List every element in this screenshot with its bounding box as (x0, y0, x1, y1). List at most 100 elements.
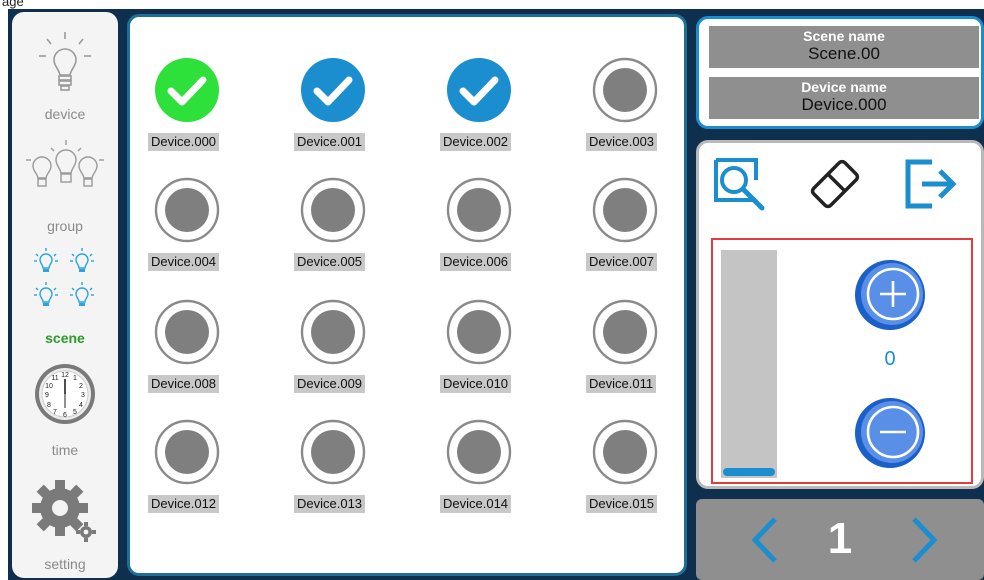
checkmark-icon (155, 58, 219, 122)
sidebar: device group scene 12 3 6 9 1 2 4 5 7 8 … (12, 12, 118, 578)
device-name-box: Device name Device.000 (709, 77, 979, 119)
device-tile[interactable]: Device.008 (148, 299, 228, 393)
pager: 1 (696, 499, 984, 580)
device-label: Device.000 (148, 133, 220, 151)
sidebar-item-label: scene (45, 330, 85, 346)
level-value: 0 (884, 348, 896, 370)
device-tile[interactable]: Device.013 (294, 419, 374, 513)
window-title-fragment: age (0, 0, 62, 9)
names-panel: Scene name Scene.00 Device name Device.0… (696, 16, 984, 129)
device-tile[interactable]: Device.010 (440, 299, 520, 393)
gear-icon (32, 480, 96, 542)
radio-unselected-icon (300, 177, 366, 243)
search-icon[interactable] (712, 156, 768, 212)
radio-unselected-icon (592, 419, 658, 485)
exit-icon[interactable] (902, 156, 958, 212)
svg-text:1: 1 (73, 375, 77, 382)
device-tile[interactable]: Device.000 (148, 57, 228, 151)
device-tile[interactable]: Device.012 (148, 419, 228, 513)
level-slider[interactable] (721, 250, 777, 478)
device-tile[interactable]: Device.004 (148, 177, 228, 271)
radio-unselected-icon (592, 57, 658, 123)
checkmark-icon (301, 58, 365, 122)
chevron-right-icon[interactable] (900, 513, 948, 567)
device-tile[interactable]: Device.005 (294, 177, 374, 271)
svg-text:5: 5 (73, 409, 77, 416)
svg-text:6: 6 (63, 412, 67, 419)
radio-unselected-icon (592, 299, 658, 365)
device-label: Device.005 (294, 253, 366, 271)
device-tile[interactable]: Device.003 (586, 57, 666, 151)
sidebar-item-setting[interactable]: setting (12, 470, 118, 574)
sidebar-item-label: time (51, 442, 79, 458)
device-label: Device.006 (440, 253, 512, 271)
device-label: Device.003 (586, 133, 658, 151)
device-label: Device.015 (586, 495, 658, 513)
radio-unselected-icon (154, 419, 220, 485)
level-marker[interactable] (723, 468, 775, 476)
device-label: Device.014 (440, 495, 512, 513)
device-label: Device.009 (294, 375, 366, 393)
device-tile[interactable]: Device.006 (440, 177, 520, 271)
eraser-icon[interactable] (807, 156, 863, 212)
device-label: Device.011 (586, 375, 657, 393)
bulb-icon (39, 32, 91, 91)
device-tile[interactable]: Device.014 (440, 419, 520, 513)
level-adjust-box: 0 (711, 238, 973, 484)
sidebar-item-label: setting (44, 556, 86, 572)
svg-text:3: 3 (81, 392, 85, 399)
device-name-title: Device name (801, 79, 887, 95)
svg-text:9: 9 (45, 392, 49, 399)
device-label: Device.008 (148, 375, 220, 393)
svg-text:8: 8 (47, 402, 51, 409)
device-name-value: Device.000 (801, 95, 887, 114)
radio-unselected-icon (446, 299, 512, 365)
device-tile[interactable]: Device.015 (586, 419, 666, 513)
radio-unselected-icon (446, 419, 512, 485)
left-edge (0, 0, 8, 580)
device-tile[interactable]: Device.007 (586, 177, 666, 271)
top-strip (0, 0, 984, 9)
sidebar-item-group[interactable]: group (12, 136, 118, 238)
control-panel: 0 (696, 140, 984, 489)
sidebar-item-time[interactable]: 12 3 6 9 12 45 78 10 11 time (12, 358, 118, 462)
device-tile[interactable]: Device.009 (294, 299, 374, 393)
scene-name-box: Scene name Scene.00 (709, 26, 979, 68)
device-label: Device.004 (148, 253, 220, 271)
radio-unselected-icon (154, 177, 220, 243)
device-label: Device.002 (440, 133, 512, 151)
radio-unselected-icon (300, 419, 366, 485)
svg-text:4: 4 (79, 402, 83, 409)
sidebar-item-scene[interactable]: scene (12, 244, 118, 348)
device-label: Device.001 (294, 133, 366, 151)
sidebar-item-label: device (44, 106, 86, 122)
plus-button[interactable] (853, 258, 927, 332)
radio-unselected-icon (592, 177, 658, 243)
chevron-left-icon[interactable] (741, 513, 789, 567)
device-tile[interactable]: Device.001 (294, 57, 374, 151)
device-label: Device.010 (440, 375, 512, 393)
sidebar-item-label: group (47, 218, 83, 234)
svg-text:10: 10 (45, 383, 53, 390)
scene-bulbs-icon (34, 248, 94, 306)
sidebar-item-device[interactable]: device (12, 22, 118, 128)
device-tile[interactable]: Device.002 (440, 57, 520, 151)
device-label: Device.013 (294, 495, 366, 513)
checkmark-icon (447, 58, 511, 122)
device-grid: Device.000 Device.001 Device.002 Device.003… (127, 14, 687, 576)
page-number: 1 (827, 514, 853, 563)
radio-unselected-icon (300, 299, 366, 365)
bulbs-group-icon (26, 140, 104, 187)
device-tile[interactable]: Device.011 (586, 299, 666, 393)
svg-text:11: 11 (51, 375, 58, 382)
scene-name-value: Scene.00 (808, 44, 880, 63)
svg-text:12: 12 (61, 372, 69, 379)
device-label: Device.012 (148, 495, 220, 513)
minus-button[interactable] (853, 396, 927, 470)
radio-unselected-icon (446, 177, 512, 243)
scene-name-title: Scene name (803, 28, 885, 44)
svg-text:2: 2 (79, 383, 83, 390)
radio-unselected-icon (154, 299, 220, 365)
clock-icon: 12 3 6 9 12 45 78 1011 (35, 364, 95, 424)
device-label: Device.007 (586, 253, 658, 271)
